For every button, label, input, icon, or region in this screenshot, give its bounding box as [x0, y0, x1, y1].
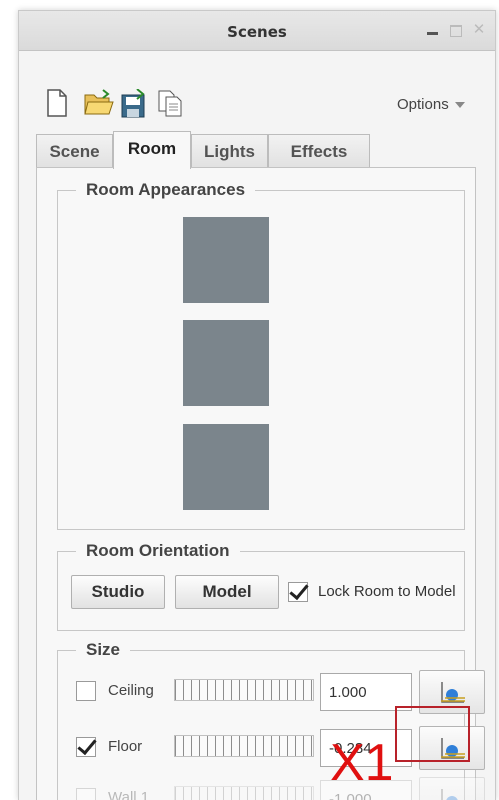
minimize-icon[interactable] — [424, 21, 442, 39]
room-orientation-group: Room Orientation Studio Model Lock Room … — [57, 541, 465, 631]
appearance-swatch-3[interactable] — [183, 424, 269, 510]
appearance-swatch-1[interactable] — [183, 217, 269, 303]
size-title: Size — [76, 640, 131, 660]
ceiling-label: Ceiling — [108, 682, 154, 699]
options-menu[interactable]: Options — [397, 96, 465, 113]
copy-icon[interactable] — [157, 89, 187, 119]
toolbar: Options — [19, 51, 495, 139]
open-folder-icon[interactable] — [83, 89, 114, 119]
new-icon[interactable] — [45, 89, 75, 119]
room-appearances-group: Room Appearances — [57, 180, 465, 530]
studio-button[interactable]: Studio — [71, 575, 165, 609]
chevron-down-icon — [454, 102, 465, 109]
room-appearances-title: Room Appearances — [76, 180, 256, 200]
room-orientation-title: Room Orientation — [76, 541, 240, 561]
tab-lights[interactable]: Lights — [191, 134, 268, 168]
highlight-box — [395, 706, 470, 762]
wall-slider[interactable] — [174, 786, 314, 800]
floor-slider[interactable] — [174, 735, 314, 757]
wall-checkbox[interactable] — [76, 788, 96, 800]
drag-handle-icon — [441, 682, 465, 703]
maximize-icon[interactable] — [447, 21, 465, 39]
wall-label: Wall 1 — [108, 789, 150, 800]
ceiling-slider[interactable] — [174, 679, 314, 701]
appearance-swatch-2[interactable] — [183, 320, 269, 406]
wall-row: Wall 1 -1.000 — [58, 776, 485, 800]
tab-effects[interactable]: Effects — [268, 134, 370, 168]
tab-room[interactable]: Room — [113, 131, 191, 169]
title-bar: Scenes ✕ — [19, 11, 495, 51]
options-label: Options — [397, 96, 449, 113]
floor-label: Floor — [108, 738, 143, 755]
close-icon[interactable]: ✕ — [470, 21, 488, 39]
tab-scene[interactable]: Scene — [36, 134, 113, 168]
model-button[interactable]: Model — [175, 575, 279, 609]
wall-pick-button[interactable] — [419, 777, 485, 800]
drag-handle-icon — [441, 789, 458, 800]
lock-room-label: Lock Room to Model — [318, 583, 456, 600]
ceiling-checkbox[interactable] — [76, 681, 96, 701]
callout-label: X1 — [330, 734, 394, 792]
save-icon[interactable] — [119, 88, 149, 119]
floor-checkbox[interactable] — [76, 737, 96, 757]
lock-room-checkbox[interactable] — [288, 582, 308, 602]
scenes-window: Scenes ✕ Options Scene Room Lights Effec… — [18, 10, 496, 800]
